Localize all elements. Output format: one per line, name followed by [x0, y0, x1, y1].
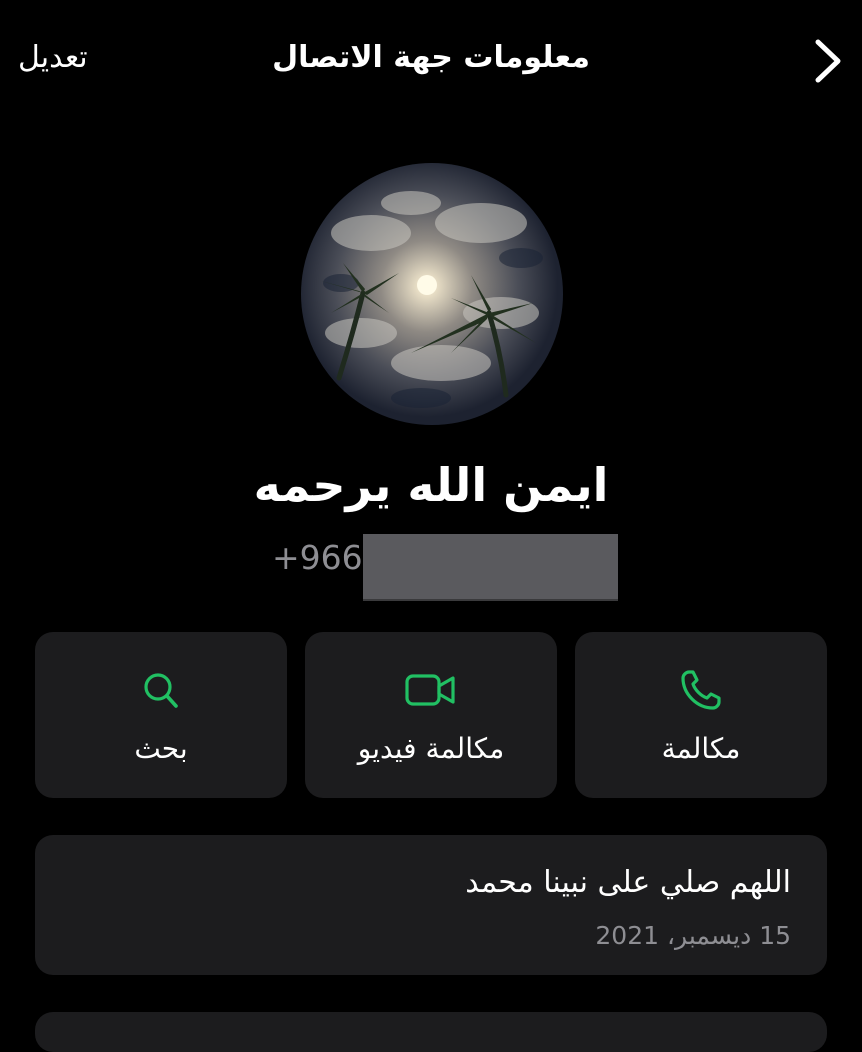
phone-number[interactable]: +966 [0, 532, 862, 602]
phone-icon [673, 668, 729, 712]
call-label: مكالمة [661, 732, 741, 765]
call-button[interactable]: مكالمة [575, 632, 827, 798]
avatar[interactable] [301, 163, 563, 425]
about-date: 15 ديسمبر، 2021 [595, 921, 791, 950]
next-section-card [35, 1012, 827, 1052]
redacted-phone-digits [363, 534, 618, 599]
video-call-button[interactable]: مكالمة فيديو [305, 632, 557, 798]
navigation-bar: تعديل معلومات جهة الاتصال [0, 0, 862, 120]
about-text: اللهم صلي على نبينا محمد [465, 865, 791, 900]
about-card[interactable]: اللهم صلي على نبينا محمد 15 ديسمبر، 2021 [35, 835, 827, 975]
video-icon [403, 668, 459, 712]
search-label: بحث [134, 732, 188, 765]
chevron-right-icon[interactable] [810, 38, 846, 84]
video-call-label: مكالمة فيديو [357, 732, 505, 765]
search-button[interactable]: بحث [35, 632, 287, 798]
search-icon [133, 668, 189, 712]
page-title: معلومات جهة الاتصال [272, 40, 590, 75]
phone-country-code: +966 [272, 538, 363, 577]
contact-name: ايمن الله يرحمه [253, 458, 609, 512]
